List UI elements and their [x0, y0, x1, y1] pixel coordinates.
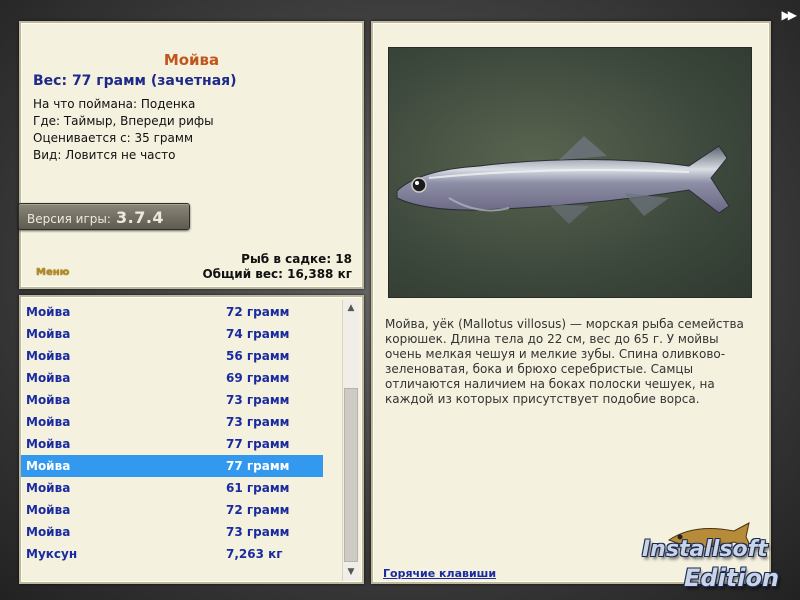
- catch-fish-name: Муксун: [26, 547, 78, 561]
- fish-weight: Вес: 77 грамм (зачетная): [33, 73, 237, 89]
- catch-fish-name: Мойва: [26, 481, 71, 495]
- version-badge: Версия игры: 3.7.4: [18, 203, 190, 230]
- menu-button[interactable]: Меню: [36, 267, 69, 278]
- catch-list-row[interactable]: Мойва 77 грамм: [21, 455, 323, 477]
- fish-info-panel: Мойва Вес: 77 грамм (зачетная) На что по…: [18, 21, 364, 289]
- catch-fish-name: Мойва: [26, 371, 71, 385]
- catch-list-row[interactable]: Мойва 73 грамм: [21, 389, 323, 411]
- catch-fish-name: Мойва: [26, 349, 71, 363]
- catch-list-panel: Мойва 72 грамм Мойва 74 грамм Мойва 56 грамм М…: [19, 295, 364, 584]
- catch-fish-name: Мойва: [26, 415, 71, 429]
- catch-fish-weight: 72 грамм: [226, 503, 290, 517]
- catch-list-row[interactable]: Муксун 7,263 кг: [21, 543, 323, 565]
- catch-fish-weight: 73 грамм: [226, 415, 290, 429]
- catch-list-row[interactable]: Мойва 74 грамм: [21, 323, 323, 345]
- catch-fish-name: Мойва: [26, 393, 71, 407]
- watermark-line2: Edition: [684, 564, 780, 592]
- catch-fish-weight: 69 грамм: [226, 371, 290, 385]
- fish-detail-panel: Мойва, уёк (Mallotus villosus) — морская…: [371, 21, 771, 584]
- scroll-down-icon[interactable]: ▼: [343, 564, 359, 581]
- catch-fish-weight: 73 грамм: [226, 393, 290, 407]
- catch-fish-weight: 77 грамм: [226, 459, 290, 473]
- catch-fish-name: Мойва: [26, 305, 71, 319]
- catch-list-row[interactable]: Мойва 56 грамм: [21, 345, 323, 367]
- catch-fish-weight: 72 грамм: [226, 305, 290, 319]
- scroll-thumb[interactable]: [344, 388, 358, 562]
- catch-list-row[interactable]: Мойва 73 грамм: [21, 521, 323, 543]
- catch-fish-name: Мойва: [26, 437, 71, 451]
- catch-list-row[interactable]: Мойва 72 грамм: [21, 301, 323, 323]
- hotkeys-link[interactable]: Горячие клавиши: [383, 567, 496, 580]
- catch-list-row[interactable]: Мойва 69 грамм: [21, 367, 323, 389]
- fish-details: На что поймана: Поденка Где: Таймыр, Впе…: [33, 96, 214, 164]
- forward-arrows-icon[interactable]: ▶▶: [782, 8, 798, 22]
- version-number: 3.7.4: [116, 208, 165, 227]
- catch-fish-weight: 73 грамм: [226, 525, 290, 539]
- catch-list[interactable]: Мойва 72 грамм Мойва 74 грамм Мойва 56 грамм М…: [21, 301, 323, 565]
- location-line: Где: Таймыр, Впереди рифы: [33, 114, 214, 128]
- total-weight: Общий вес: 16,388 кг: [202, 267, 352, 281]
- catch-fish-name: Мойва: [26, 459, 71, 473]
- scroll-up-icon[interactable]: ▲: [343, 300, 359, 317]
- frequency-line: Вид: Ловится не часто: [33, 148, 176, 162]
- version-label: Версия игры:: [27, 212, 111, 226]
- catch-list-row[interactable]: Мойва 61 грамм: [21, 477, 323, 499]
- catch-fish-weight: 61 грамм: [226, 481, 290, 495]
- catch-fish-weight: 56 грамм: [226, 349, 290, 363]
- catch-fish-weight: 7,263 кг: [226, 547, 283, 561]
- fish-description: Мойва, уёк (Mallotus villosus) — морская…: [385, 317, 744, 406]
- catch-list-row[interactable]: Мойва 72 грамм: [21, 499, 323, 521]
- fish-photo: [388, 47, 752, 298]
- fish-count: Рыб в садке: 18: [241, 252, 352, 266]
- installsoft-watermark: Installsoft Edition: [632, 515, 800, 600]
- list-scrollbar[interactable]: ▲ ▼: [342, 300, 359, 581]
- catch-fish-name: Мойва: [26, 503, 71, 517]
- min-weight-line: Оценивается с: 35 грамм: [33, 131, 193, 145]
- bait-line: На что поймана: Поденка: [33, 97, 196, 111]
- fish-title: Мойва: [163, 51, 220, 69]
- watermark-line1: Installsoft: [642, 537, 768, 562]
- catch-fish-name: Мойва: [26, 525, 71, 539]
- catch-list-row[interactable]: Мойва 73 грамм: [21, 411, 323, 433]
- cage-summary: Рыб в садке: 18 Общий вес: 16,388 кг: [202, 252, 352, 282]
- catch-fish-weight: 77 грамм: [226, 437, 290, 451]
- catch-fish-name: Мойва: [26, 327, 71, 341]
- catch-list-row[interactable]: Мойва 77 грамм: [21, 433, 323, 455]
- catch-fish-weight: 74 грамм: [226, 327, 290, 341]
